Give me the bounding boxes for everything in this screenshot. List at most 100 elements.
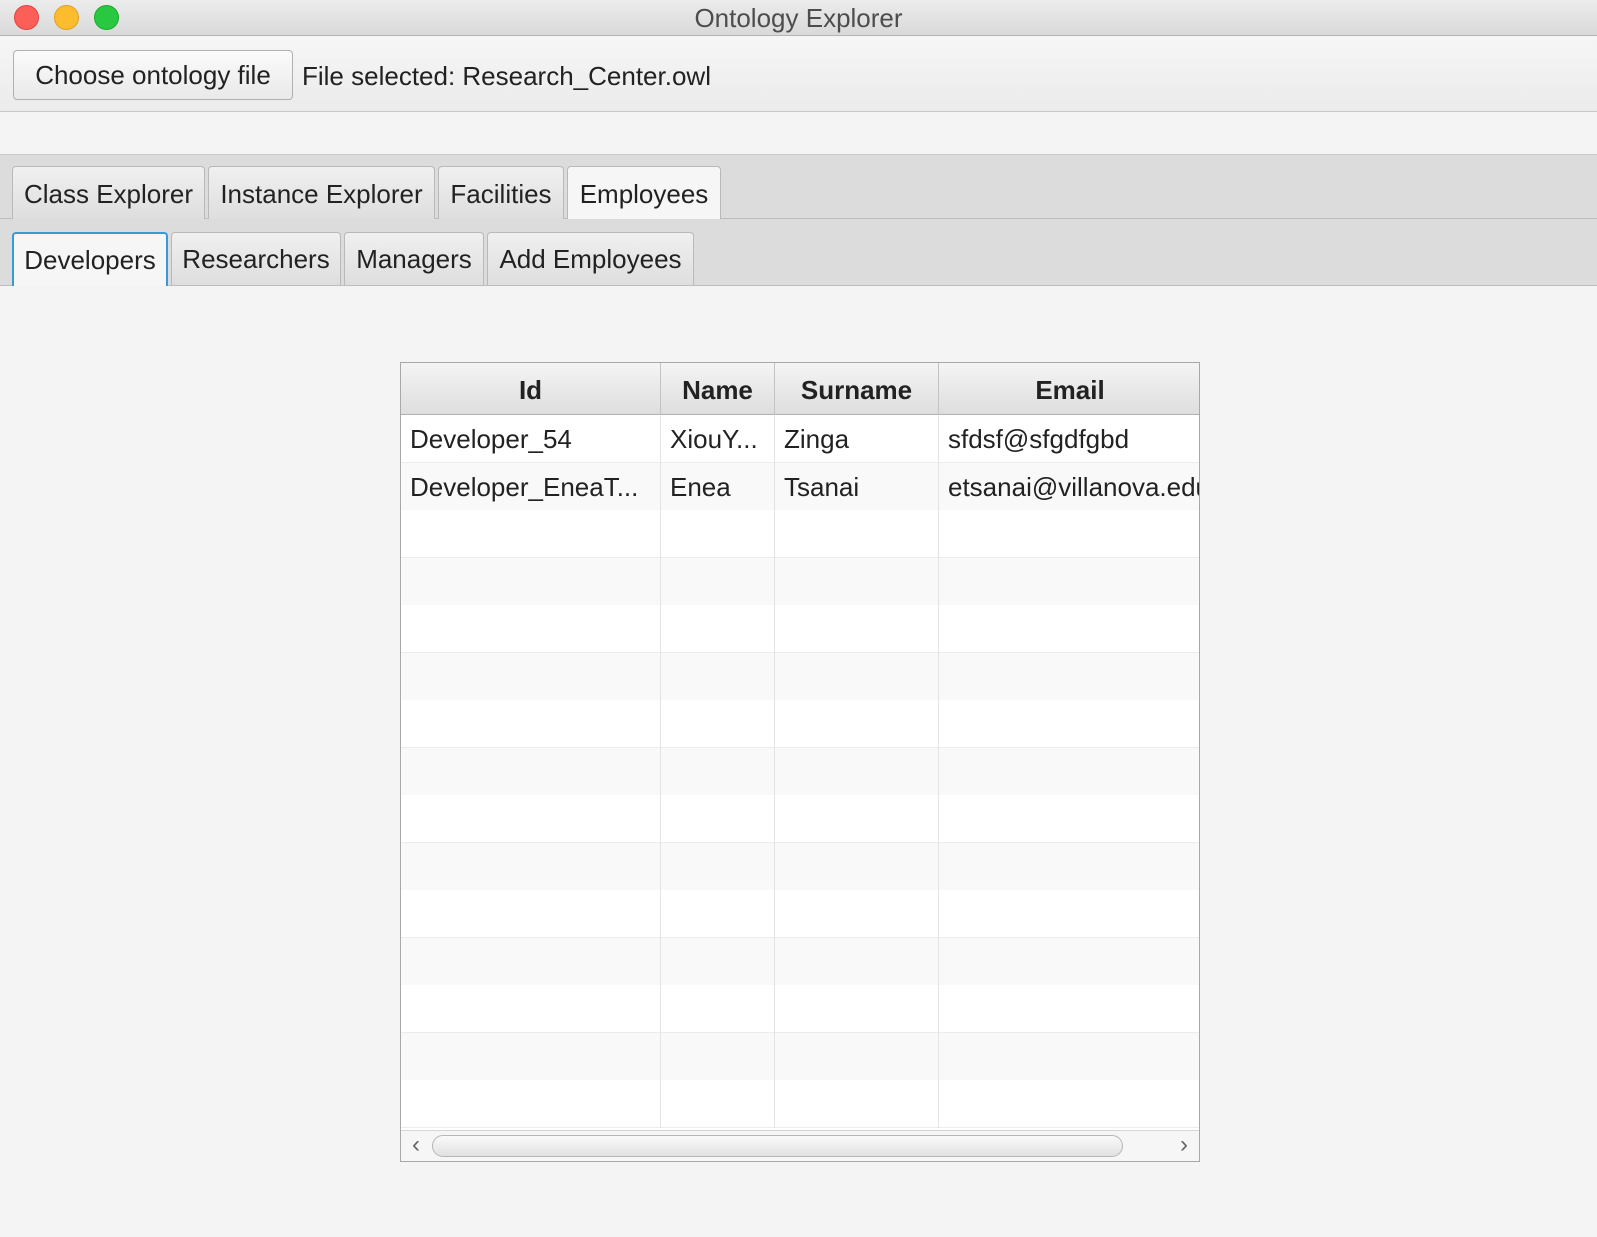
table-row[interactable] (401, 1032, 1199, 1081)
cell-name (661, 700, 775, 748)
table-row[interactable] (401, 795, 1199, 843)
table-row[interactable]: Developer_54 XiouY... Zinga sfdsf@sfgdfgbd (401, 415, 1199, 463)
cell-name (661, 1032, 775, 1081)
cell-email (939, 843, 1199, 891)
cell-id (401, 557, 661, 606)
cell-email (939, 1080, 1199, 1128)
cell-surname (775, 652, 939, 701)
cell-name (661, 890, 775, 938)
table-row[interactable] (401, 747, 1199, 796)
cell-surname (775, 1032, 939, 1081)
tab-facilities[interactable]: Facilities (438, 166, 564, 219)
cell-surname (775, 890, 939, 938)
developers-table[interactable]: Id Name Surname Email Developer_54 XiouY.… (400, 362, 1200, 1162)
cell-name (661, 510, 775, 558)
tab-researchers[interactable]: Researchers (171, 232, 341, 285)
tab-developers[interactable]: Developers (12, 232, 168, 286)
cell-surname (775, 557, 939, 606)
tab-managers[interactable]: Managers (344, 232, 484, 285)
toolbar-spacer (0, 113, 1597, 154)
cell-id (401, 700, 661, 748)
file-selected-label: File selected: Research_Center.owl (302, 61, 711, 91)
cell-name (661, 842, 775, 891)
cell-surname (775, 510, 939, 558)
cell-name (661, 1080, 775, 1128)
cell-id (401, 605, 661, 653)
cell-surname (775, 937, 939, 986)
column-header-email[interactable]: Email (939, 363, 1199, 415)
scroll-left-icon[interactable]: ‹ (403, 1133, 429, 1159)
cell-email: etsanai@villanova.edu (948, 471, 1199, 502)
cell-id: Developer_EneaT... (401, 462, 661, 511)
table-row[interactable] (401, 985, 1199, 1033)
cell-email (939, 605, 1199, 653)
table-row[interactable] (401, 700, 1199, 748)
cell-email (939, 938, 1199, 986)
cell-email: sfdsf@sfgdfgbd (948, 424, 1130, 454)
cell-id (401, 652, 661, 701)
cell-name (661, 557, 775, 606)
cell-surname (775, 605, 939, 653)
column-header-name[interactable]: Name (661, 363, 775, 415)
cell-surname (775, 842, 939, 891)
cell-name: XiouY... (661, 415, 775, 463)
table-row[interactable] (401, 1080, 1199, 1128)
table-row[interactable] (401, 557, 1199, 606)
table-header: Id Name Surname Email (401, 363, 1199, 415)
table-body: Developer_54 XiouY... Zinga sfdsf@sfgdfgbd D… (401, 415, 1199, 1130)
scroll-right-icon[interactable]: › (1171, 1133, 1197, 1159)
employee-tab-bar: Developers Researchers Managers Add Empl… (0, 219, 1597, 286)
main-tab-bar: Class Explorer Instance Explorer Facilit… (0, 154, 1597, 220)
cell-surname: Zinga (775, 415, 939, 463)
cell-name: Enea (661, 462, 775, 511)
cell-email (939, 1033, 1199, 1081)
cell-id (401, 842, 661, 891)
cell-id (401, 985, 661, 1033)
cell-surname: Tsanai (775, 462, 939, 511)
table-row[interactable] (401, 652, 1199, 701)
choose-ontology-file-button[interactable]: Choose ontology file (13, 50, 293, 100)
table-row[interactable] (401, 842, 1199, 891)
cell-id (401, 1032, 661, 1081)
cell-name (661, 937, 775, 986)
table-row[interactable] (401, 890, 1199, 938)
tab-employees[interactable]: Employees (567, 166, 721, 220)
cell-email (939, 558, 1199, 606)
scrollbar-thumb[interactable] (432, 1135, 1123, 1157)
cell-email (939, 890, 1199, 938)
cell-email (939, 700, 1199, 748)
cell-email (939, 985, 1199, 1033)
cell-email (939, 653, 1199, 701)
table-row[interactable]: Developer_EneaT... Enea Tsanai etsanai@vill… (401, 462, 1199, 511)
cell-id (401, 510, 661, 558)
cell-name (661, 985, 775, 1033)
cell-surname (775, 985, 939, 1033)
cell-id (401, 890, 661, 938)
tab-class-explorer[interactable]: Class Explorer (12, 166, 205, 219)
cell-name (661, 747, 775, 796)
horizontal-scrollbar[interactable]: ‹ › (401, 1130, 1199, 1161)
cell-name (661, 652, 775, 701)
table-row[interactable] (401, 605, 1199, 653)
cell-surname (775, 1080, 939, 1128)
cell-surname (775, 700, 939, 748)
table-row[interactable] (401, 510, 1199, 558)
tab-instance-explorer[interactable]: Instance Explorer (208, 166, 435, 219)
cell-id (401, 937, 661, 986)
file-toolbar: Choose ontology file File selected: Rese… (0, 37, 1597, 112)
cell-id (401, 795, 661, 843)
cell-id (401, 747, 661, 796)
cell-id (401, 1080, 661, 1128)
cell-name (661, 605, 775, 653)
window-titlebar: Ontology Explorer (0, 0, 1597, 36)
cell-email (939, 748, 1199, 796)
tab-add-employees[interactable]: Add Employees (487, 232, 694, 285)
cell-email (939, 510, 1199, 558)
column-header-id[interactable]: Id (401, 363, 661, 415)
column-header-surname[interactable]: Surname (775, 363, 939, 415)
cell-surname (775, 795, 939, 843)
cell-id: Developer_54 (401, 415, 661, 463)
window-title: Ontology Explorer (694, 3, 903, 33)
cell-name (661, 795, 775, 843)
table-row[interactable] (401, 937, 1199, 986)
